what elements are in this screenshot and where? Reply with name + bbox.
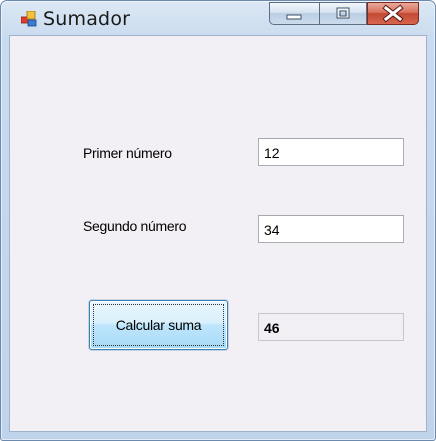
minimize-button[interactable] [269, 2, 320, 25]
close-button[interactable] [367, 2, 419, 25]
calculate-sum-button[interactable]: Calcular suma [89, 300, 228, 350]
minimize-icon [286, 14, 302, 20]
winforms-app-icon [21, 11, 37, 27]
second-number-field[interactable]: 34 [258, 215, 404, 243]
form-client-area: Primer número 12 Segundo número 34 Calcu… [9, 35, 427, 432]
first-number-label: Primer número [83, 145, 172, 161]
maximize-icon [336, 7, 350, 19]
window-title: Sumador [43, 8, 131, 30]
focus-rectangle [93, 304, 224, 346]
second-number-label: Segundo número [83, 218, 187, 234]
first-number-field[interactable]: 12 [258, 138, 404, 166]
app-window: Sumador Primer número 12 Segundo número … [0, 0, 436, 441]
maximize-button[interactable] [319, 2, 367, 25]
result-field: 46 [258, 313, 404, 341]
title-bar[interactable]: Sumador [1, 1, 435, 35]
close-icon [382, 4, 404, 23]
